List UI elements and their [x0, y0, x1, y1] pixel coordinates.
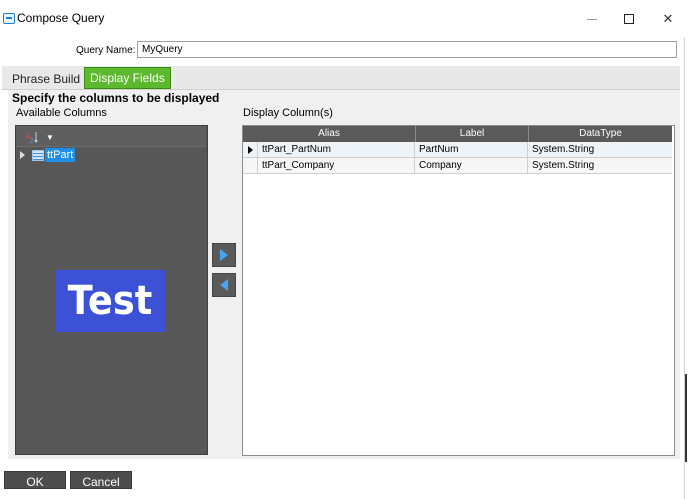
add-column-button[interactable]: [212, 243, 236, 267]
cell-alias[interactable]: ttPart_PartNum: [258, 142, 415, 158]
minimize-icon: [587, 18, 597, 20]
available-columns-label: Available Columns: [16, 107, 107, 119]
column-header-alias[interactable]: Alias: [243, 126, 415, 142]
maximize-button[interactable]: [609, 6, 649, 32]
test-watermark-text: Test: [67, 278, 153, 324]
svg-text:Z: Z: [30, 139, 34, 144]
tab-phrase-build[interactable]: Phrase Build: [6, 69, 86, 89]
tree-toolbar: [16, 126, 206, 147]
ok-button[interactable]: OK: [4, 471, 66, 489]
table-icon: [32, 150, 44, 161]
cancel-button[interactable]: Cancel: [70, 471, 132, 489]
arrow-right-icon: [220, 249, 228, 261]
display-columns-grid[interactable]: [242, 125, 675, 456]
query-name-label: Query Name:: [76, 45, 136, 56]
app-window-icon: [3, 13, 15, 24]
display-columns-label: Display Column(s): [243, 107, 333, 119]
current-row-pointer-icon: [248, 146, 253, 154]
window-edge: [685, 374, 690, 462]
window-title: Compose Query: [17, 11, 105, 25]
close-icon: ✕: [662, 11, 674, 26]
expand-arrow-icon[interactable]: [20, 151, 25, 159]
arrow-left-icon: [220, 279, 228, 291]
cell-label[interactable]: Company: [415, 158, 528, 174]
column-header-datatype[interactable]: DataType: [528, 126, 672, 142]
chevron-down-icon[interactable]: ▼: [46, 133, 54, 142]
test-watermark: Test: [55, 270, 165, 332]
remove-column-button[interactable]: [212, 273, 236, 297]
close-button[interactable]: ✕: [648, 6, 688, 32]
tab-display-fields[interactable]: Display Fields: [84, 67, 171, 89]
cell-datatype[interactable]: System.String: [528, 142, 672, 158]
sort-icon[interactable]: A Z: [25, 130, 39, 144]
query-name-input[interactable]: [137, 41, 677, 58]
cell-alias[interactable]: ttPart_Company: [258, 158, 415, 174]
column-header-label[interactable]: Label: [415, 126, 528, 142]
table-row[interactable]: ttPart_PartNum PartNum System.String: [243, 142, 672, 158]
row-selector[interactable]: [243, 158, 258, 174]
row-selector[interactable]: [243, 142, 258, 158]
minimize-button[interactable]: [572, 6, 612, 32]
maximize-icon: [624, 14, 634, 24]
panel-heading: Specify the columns to be displayed: [12, 91, 220, 105]
tree-node-ttpart[interactable]: ttPart: [45, 148, 76, 162]
cell-datatype[interactable]: System.String: [528, 158, 672, 174]
cell-label[interactable]: PartNum: [415, 142, 528, 158]
table-row[interactable]: ttPart_Company Company System.String: [243, 158, 672, 174]
